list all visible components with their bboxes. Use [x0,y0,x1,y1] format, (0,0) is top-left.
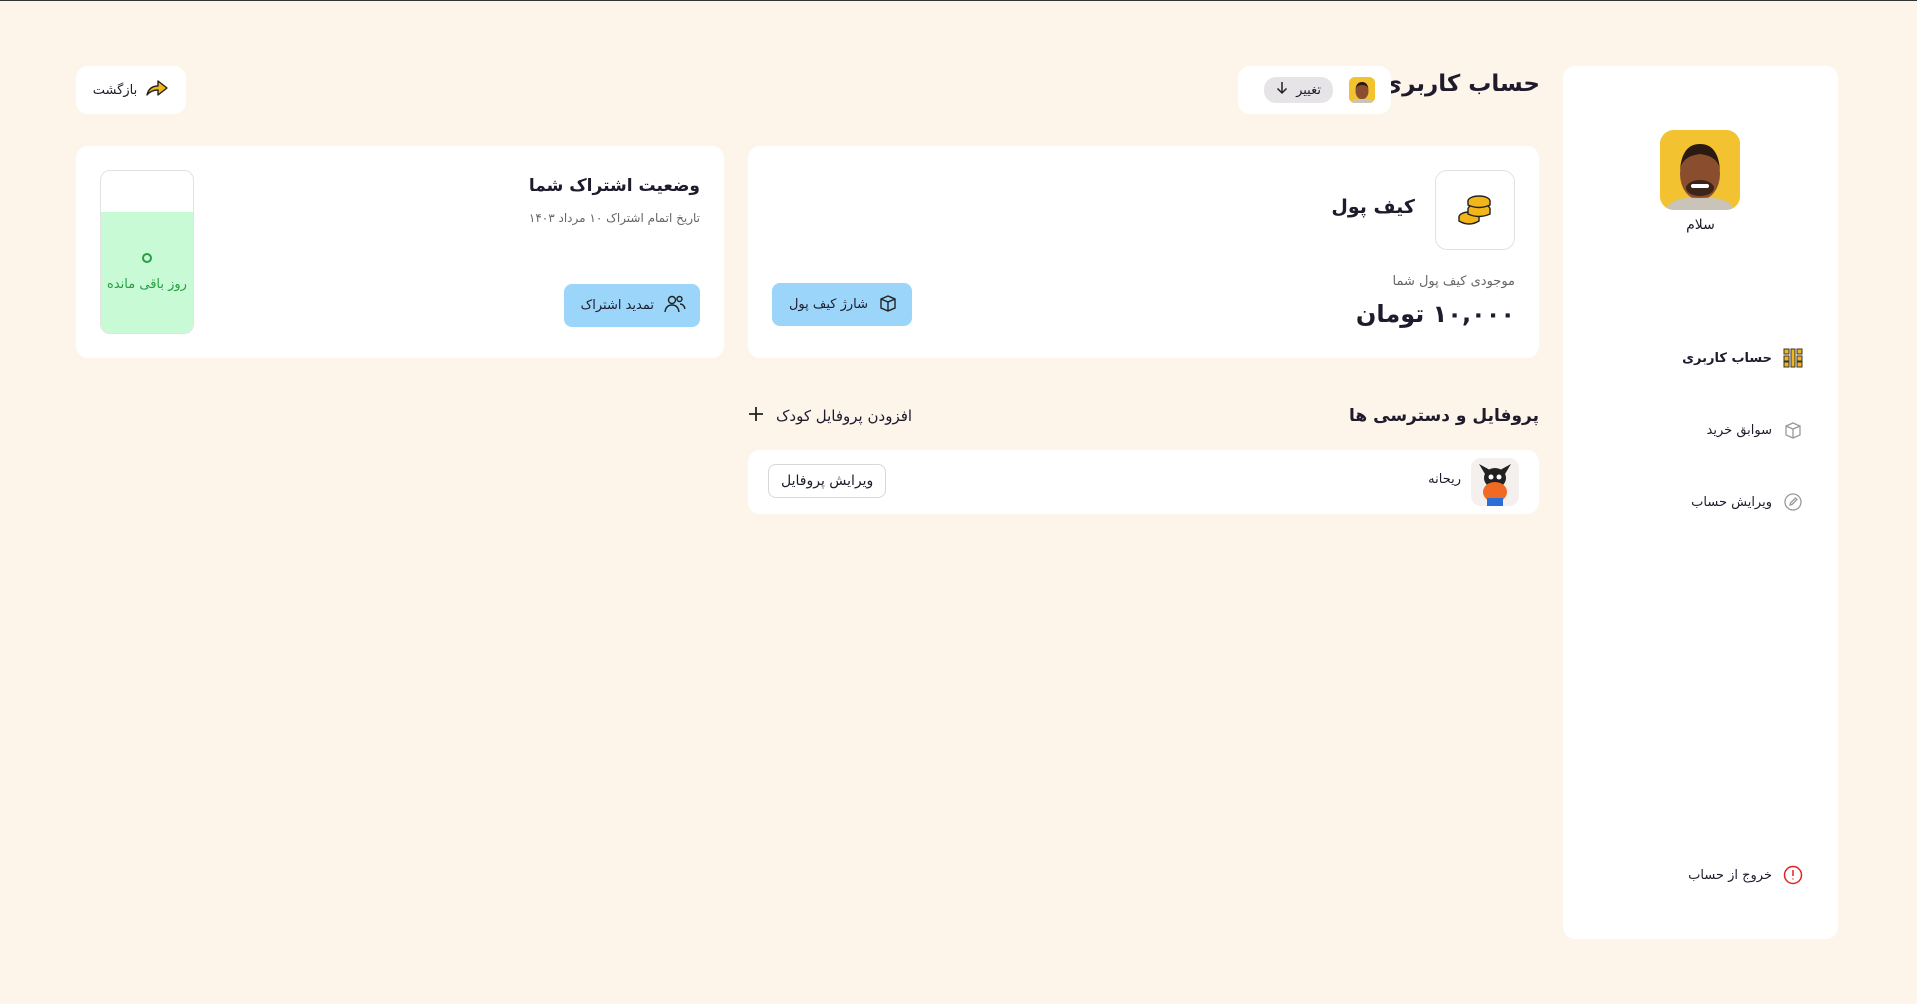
box-icon [1782,419,1804,441]
child-profile-avatar [1471,458,1519,506]
sidebar-item-label: ویرایش حساب [1691,494,1772,510]
renew-subscription-button[interactable]: تمدید اشتراک [564,284,700,327]
sidebar-item-purchases[interactable]: سوابق خرید [1707,416,1804,444]
page-title: حساب کاربری [1380,71,1540,97]
back-button[interactable]: بازگشت [76,66,186,114]
change-profile-button[interactable]: تغییر [1264,77,1333,103]
arrow-forward-icon [145,78,169,102]
child-profile-name: ریحانه [1428,472,1461,487]
balance-label: موجودی کیف پول شما [1392,274,1515,289]
profiles-section-title: پروفایل و دسترسی ها [1349,406,1539,426]
logout-button[interactable]: خروج از حساب [1688,861,1804,889]
subscription-card: وضعیت اشتراک شما تاریخ اتمام اشتراک ۱۰ م… [76,146,724,358]
sidebar-item-label: سوابق خرید [1706,422,1772,438]
sidebar-item-edit-account[interactable]: ویرایش حساب [1691,488,1804,516]
charge-wallet-button[interactable]: شارژ کیف پول [772,283,912,326]
subscription-end-date: تاریخ اتمام اشتراک ۱۰ مرداد ۱۴۰۳ [528,211,700,225]
add-child-profile-button[interactable]: افزودن پروفایل کودک [748,406,912,426]
subscription-title: وضعیت اشتراک شما [528,176,700,196]
current-profile-avatar [1349,77,1375,103]
coins-icon [1435,170,1515,250]
renew-label: تمدید اشتراک [580,298,654,313]
add-label: افزودن پروفایل کودک [776,407,913,425]
greeting-text: سلام [1686,217,1715,233]
wallet-card: کیف پول موجودی کیف پول شما ۱۰,۰۰۰ تومان … [748,146,1539,358]
balance-value: ۱۰,۰۰۰ تومان [1355,300,1515,328]
days-remaining-box: 0 روز باقی مانده [100,170,194,334]
sidebar: سلام حساب کاربری سوابق خرید ویرایش حساب … [1563,66,1838,939]
grid-icon [1782,347,1804,369]
box-icon [878,293,898,317]
sidebar-item-label: حساب کاربری [1682,350,1772,366]
charge-label: شارژ کیف پول [788,297,868,312]
profile-list-item: ریحانه ویرایش پروفایل [748,450,1539,514]
arrow-down-icon [1276,81,1288,99]
days-remaining-label: روز باقی مانده [107,276,187,292]
days-remaining-count: 0 [142,252,152,263]
user-avatar[interactable] [1660,130,1740,210]
users-icon [664,294,686,318]
days-remaining-fill: 0 روز باقی مانده [101,211,193,333]
alert-icon [1782,864,1804,886]
edit-icon [1782,491,1804,513]
wallet-title: کیف پول [1331,196,1415,218]
logout-label: خروج از حساب [1688,867,1772,883]
plus-icon [748,406,764,426]
change-label: تغییر [1296,82,1321,98]
profile-switcher: تغییر [1238,66,1391,114]
back-label: بازگشت [92,82,138,98]
sidebar-item-account[interactable]: حساب کاربری [1682,344,1804,372]
edit-profile-button[interactable]: ویرایش پروفایل [768,464,887,498]
